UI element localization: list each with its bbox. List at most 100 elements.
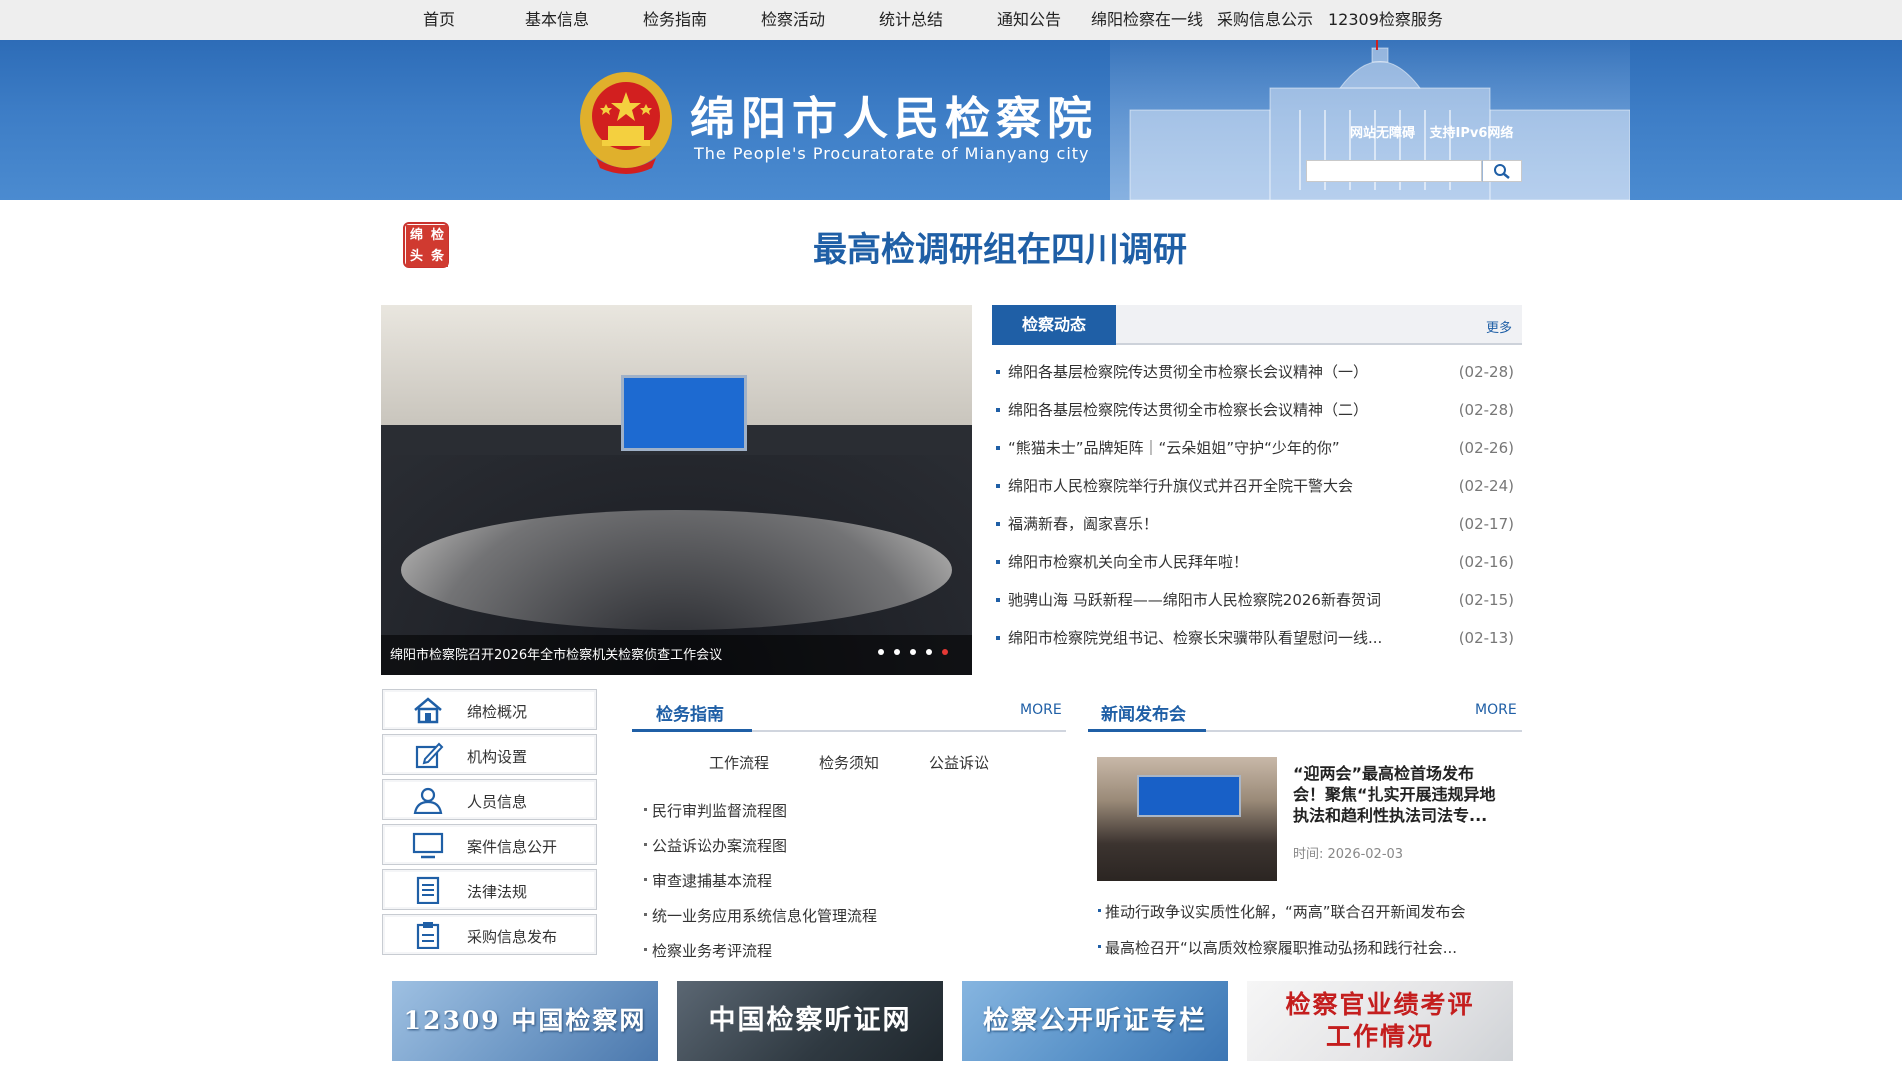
news-date: (02-26) — [1458, 439, 1514, 457]
document-icon — [416, 876, 440, 904]
press-photo-screen — [1137, 775, 1241, 817]
nav-basic-info[interactable]: 基本信息 — [525, 0, 589, 40]
ipv6-link[interactable]: 支持IPv6网络 — [1430, 126, 1514, 141]
sidebar-item-procurement[interactable]: 采购信息发布 — [382, 914, 597, 955]
badge-char: 条 — [427, 246, 448, 267]
site-header: 绵阳市人民检察院 The People's Procuratorate of M… — [0, 40, 1902, 200]
guide-link[interactable]: 检察业务考评流程 — [643, 940, 772, 961]
headline-link[interactable]: 最高检调研组在四川调研 — [700, 222, 1300, 271]
sidebar-item-staff[interactable]: 人员信息 — [382, 779, 597, 820]
tab-procuratorial-news[interactable]: 检察动态 — [992, 305, 1116, 345]
badge-char: 头 — [406, 246, 427, 267]
sidebar-item-organization[interactable]: 机构设置 — [382, 734, 597, 775]
headline-badge: 绵 检 头 条 — [403, 222, 449, 268]
slide-dot-active[interactable] — [942, 649, 948, 655]
press-more-link[interactable]: MORE — [1475, 702, 1517, 718]
news-item[interactable]: 福满新春，阖家喜乐！ (02-17) — [992, 505, 1522, 543]
nav-notices[interactable]: 通知公告 — [997, 0, 1061, 40]
news-date: (02-24) — [1458, 477, 1514, 495]
press-link[interactable]: 推动行政争议实质性化解，“两高”联合召开新闻发布会 — [1098, 901, 1466, 922]
photo-slideshow[interactable]: 绵阳市检察院召开2026年全市检察机关检察侦查工作会议 — [381, 305, 972, 675]
nav-home[interactable]: 首页 — [423, 0, 455, 40]
guide-link[interactable]: 统一业务应用系统信息化管理流程 — [643, 905, 877, 926]
news-title: “熊猫未士”品牌矩阵｜“云朵姐姐”守护“少年的你” — [1008, 439, 1340, 457]
news-item[interactable]: 绵阳市人民检察院举行升旗仪式并召开全院干警大会 (02-24) — [992, 467, 1522, 505]
nav-procurement[interactable]: 采购信息公示 — [1217, 0, 1313, 40]
guide-link[interactable]: 审查逮捕基本流程 — [643, 870, 772, 891]
banner-hearing-net[interactable]: 中国检察听证网 — [677, 981, 943, 1061]
news-item[interactable]: 驰骋山海 马跃新程——绵阳市人民检察院2026新春贺词 (02-15) — [992, 581, 1522, 619]
slide-dot[interactable] — [926, 649, 932, 655]
site-title: 绵阳市人民检察院 — [690, 92, 1099, 145]
edit-icon — [415, 742, 444, 769]
news-title: 绵阳市人民检察院举行升旗仪式并召开全院干警大会 — [1008, 477, 1354, 495]
slide-dot[interactable] — [910, 649, 916, 655]
badge-char: 绵 — [406, 225, 427, 246]
press-feature-photo[interactable] — [1097, 757, 1277, 881]
tab-public-interest[interactable]: 公益诉讼 — [929, 752, 989, 773]
tab-workflow[interactable]: 工作流程 — [709, 752, 769, 773]
press-accent — [1088, 729, 1206, 732]
news-date: (02-17) — [1458, 515, 1514, 533]
sidebar-item-laws[interactable]: 法律法规 — [382, 869, 597, 910]
news-item[interactable]: 绵阳各基层检察院传达贯彻全市检察长会议精神（二） (02-28) — [992, 391, 1522, 429]
news-title: 绵阳市检察院党组书记、检察长宋骥带队看望慰问一线... — [1008, 629, 1383, 647]
news-date: (02-28) — [1458, 401, 1514, 419]
banner-text: 检察公开听证专栏 — [982, 1006, 1207, 1036]
nav-frontline[interactable]: 绵阳检察在一线 — [1091, 0, 1203, 40]
news-title: 绵阳各基层检察院传达贯彻全市检察长会议精神（二） — [1008, 401, 1369, 419]
search-input[interactable] — [1307, 162, 1485, 182]
sidebar-item-case-info[interactable]: 案件信息公开 — [382, 824, 597, 865]
nav-12309-service[interactable]: 12309检察服务 — [1328, 0, 1443, 40]
news-date: (02-15) — [1458, 591, 1514, 609]
guide-link[interactable]: 公益诉讼办案流程图 — [643, 835, 787, 856]
news-item[interactable]: 绵阳市检察院党组书记、检察长宋骥带队看望慰问一线... (02-13) — [992, 619, 1522, 657]
sidebar-item-label: 机构设置 — [467, 748, 528, 766]
press-feature-time: 时间: 2026-02-03 — [1293, 847, 1404, 862]
news-more-link[interactable]: 更多 — [1486, 317, 1512, 336]
sidebar-item-label: 人员信息 — [467, 793, 528, 811]
slide-photo-screen — [621, 375, 747, 451]
tab-notice[interactable]: 检务须知 — [819, 752, 879, 773]
press-feature-title[interactable]: “迎两会”最高检首场发布会！聚焦“扎实开展违规异地执法和趋利性执法司法专... — [1293, 763, 1505, 826]
slide-dots — [868, 640, 948, 659]
national-emblem-icon — [580, 72, 672, 174]
news-item[interactable]: “熊猫未士”品牌矩阵｜“云朵姐姐”守护“少年的你” (02-26) — [992, 429, 1522, 467]
news-title: 福满新春，阖家喜乐！ — [1008, 515, 1159, 533]
news-date: (02-13) — [1458, 629, 1514, 647]
banner-text: 中国检察听证网 — [708, 1005, 912, 1036]
news-item[interactable]: 绵阳各基层检察院传达贯彻全市检察长会议精神（一） (02-28) — [992, 353, 1522, 391]
guide-accent — [632, 729, 752, 732]
nav-statistics[interactable]: 统计总结 — [879, 0, 943, 40]
nav-activities[interactable]: 检察活动 — [761, 0, 825, 40]
slide-dot[interactable] — [878, 649, 884, 655]
news-title: 驰骋山海 马跃新程——绵阳市人民检察院2026新春贺词 — [1008, 591, 1381, 609]
user-icon — [413, 787, 443, 814]
sidebar-item-label: 绵检概况 — [467, 703, 528, 721]
press-section-title[interactable]: 新闻发布会 — [1101, 700, 1186, 725]
sidebar-item-label: 采购信息发布 — [467, 928, 558, 946]
search-icon — [1494, 164, 1510, 179]
badge-char: 检 — [427, 225, 448, 246]
top-nav: 首页 基本信息 检务指南 检察活动 统计总结 通知公告 绵阳检察在一线 采购信息… — [0, 0, 1902, 41]
news-title: 绵阳市检察机关向全市人民拜年啦！ — [1008, 553, 1249, 571]
sidebar-item-overview[interactable]: 绵检概况 — [382, 689, 597, 730]
nav-procuratorial-guide[interactable]: 检务指南 — [643, 0, 707, 40]
press-link[interactable]: 最高检召开“以高质效检察履职推动弘扬和践行社会... — [1097, 937, 1457, 958]
news-item[interactable]: 绵阳市检察机关向全市人民拜年啦！ (02-16) — [992, 543, 1522, 581]
banner-text: 12309 中国检察网 — [403, 1006, 647, 1035]
slide-dot[interactable] — [894, 649, 900, 655]
banner-text: 检察官业绩考评 工作情况 — [1285, 990, 1475, 1051]
banner-open-hearing[interactable]: 检察公开听证专栏 — [962, 981, 1228, 1061]
search-button[interactable] — [1482, 160, 1522, 182]
banner-performance[interactable]: 检察官业绩考评 工作情况 — [1247, 981, 1513, 1061]
guide-section-title[interactable]: 检务指南 — [656, 700, 724, 725]
guide-more-link[interactable]: MORE — [1020, 702, 1062, 718]
accessibility-link[interactable]: 网站无障碍 — [1350, 126, 1415, 141]
guide-link[interactable]: 民行审判监督流程图 — [643, 800, 787, 821]
slide-caption[interactable]: 绵阳市检察院召开2026年全市检察机关检察侦查工作会议 — [390, 644, 722, 663]
monitor-icon — [412, 832, 444, 859]
header-links: 网站无障碍 支持IPv6网络 — [1350, 122, 1523, 141]
banner-12309[interactable]: 12309 中国检察网 — [392, 981, 658, 1061]
news-tabbar: 检察动态 更多 — [992, 305, 1522, 345]
